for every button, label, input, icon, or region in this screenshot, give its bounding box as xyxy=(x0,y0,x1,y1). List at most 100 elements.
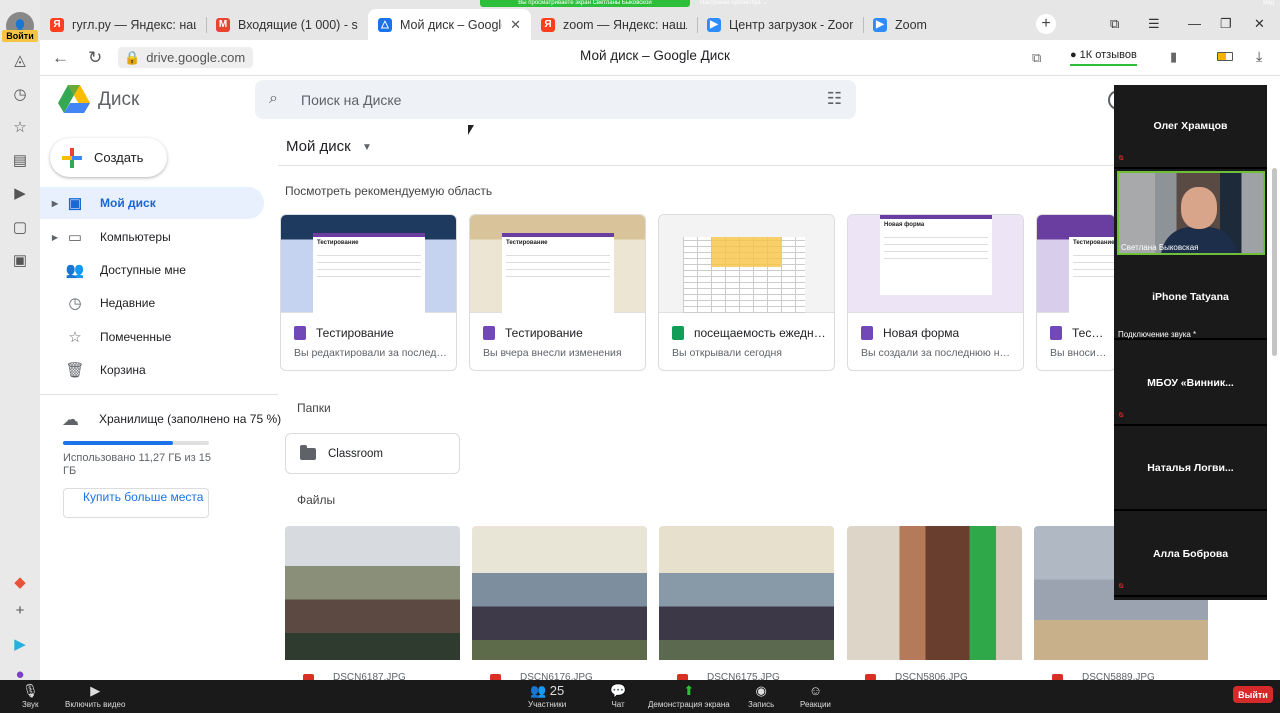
file-thumbnail[interactable] xyxy=(472,526,647,660)
folder-classroom[interactable]: Classroom xyxy=(285,433,460,474)
file-thumbnail[interactable] xyxy=(659,526,834,660)
chevron-right-icon[interactable]: ▶ xyxy=(48,233,62,242)
close-tab-icon[interactable]: ✕ xyxy=(510,17,521,33)
history-icon[interactable]: ◷ xyxy=(10,84,30,104)
page-title: Мой диск – Google Диск xyxy=(580,48,730,63)
form-line xyxy=(506,262,610,263)
reviews-button[interactable]: ● 1К отзывов xyxy=(1070,46,1137,66)
translate-icon[interactable]: ⧉ xyxy=(1032,50,1041,66)
form-line xyxy=(1073,276,1115,277)
view-menu[interactable]: Вид xyxy=(1263,0,1274,7)
app-icon[interactable]: ◆ xyxy=(10,572,30,592)
notes-icon[interactable]: ▤ xyxy=(10,150,30,170)
reload-icon[interactable]: ↻ xyxy=(88,48,102,68)
suggested-card[interactable]: Новая форма Новая форма Вы создали за посл… xyxy=(847,214,1024,371)
chevron-down-icon[interactable]: ▼ xyxy=(362,142,372,153)
nav-item-shared[interactable]: 👥 Доступные мне xyxy=(40,254,264,286)
messenger-icon[interactable]: ▶ xyxy=(10,634,30,654)
reactions-button[interactable]: ☺ Реакции xyxy=(800,682,831,709)
restore-icon[interactable]: ❐ xyxy=(1220,16,1232,32)
file-thumbnail[interactable] xyxy=(847,526,1022,660)
nav-item-computers[interactable]: ▶ ▭ Компьютеры xyxy=(40,221,264,253)
zoom-participants-panel: Олег Храмцов ⍉ Светлана Быковская iPhone Ta… xyxy=(1114,85,1267,600)
participant-tile[interactable]: МБОУ «Винник... ⍉ xyxy=(1114,342,1267,426)
participant-video[interactable]: Светлана Быковская xyxy=(1117,171,1265,255)
new-tab-button[interactable]: + xyxy=(1036,14,1056,34)
back-icon[interactable]: ← xyxy=(52,48,69,68)
google-drive-logo[interactable] xyxy=(58,85,90,113)
record-button[interactable]: ◉ Запись xyxy=(748,682,774,709)
collections-icon[interactable]: ⧉ xyxy=(1110,16,1119,32)
browser-tab[interactable]: Ягугл.ру — Яндекс: нашлос xyxy=(40,9,206,40)
participant-tile[interactable]: iPhone Tatyana xyxy=(1114,256,1267,340)
card-title-text: Тестирование xyxy=(316,326,394,340)
microphone-button[interactable]: 🎙 Звук xyxy=(22,682,39,709)
view-settings-menu[interactable]: Настройки просмотра ⌄ xyxy=(700,0,767,7)
close-window-icon[interactable]: ✕ xyxy=(1254,16,1265,32)
add-app-icon[interactable]: + xyxy=(10,600,30,620)
search-icon[interactable]: ⌕ xyxy=(269,90,278,108)
search-options-icon[interactable]: ☷ xyxy=(827,89,842,109)
nav-item-trash[interactable]: 🗑 Корзина xyxy=(40,354,264,386)
browser-tab[interactable]: Яzoom — Яндекс: нашлось xyxy=(531,9,697,40)
share-screen-button[interactable]: ⬆ Демонстрация экрана xyxy=(648,682,730,709)
bookmarks-icon[interactable]: ☆ xyxy=(10,117,30,137)
participant-name: Наталья Логви... xyxy=(1147,462,1234,474)
yandex-icon: Я xyxy=(541,17,555,32)
menu-icon[interactable]: ☰ xyxy=(1148,16,1160,32)
video-off-button[interactable]: ▶ Включить видео xyxy=(65,682,125,709)
downloads-icon[interactable]: ⤓ xyxy=(1256,48,1262,65)
calendar-icon[interactable]: ▢ xyxy=(10,217,30,237)
my-drive-icon: ▣ xyxy=(67,195,83,212)
login-button[interactable]: Войти xyxy=(2,30,38,42)
form-line xyxy=(506,276,610,277)
suggested-card[interactable]: посещаемость ежедневная Вы открывали сего… xyxy=(658,214,835,371)
music-icon[interactable]: ▶ xyxy=(10,183,30,203)
browser-tab[interactable]: ▶ Zoom xyxy=(863,9,1033,40)
storage-label[interactable]: Хранилище (заполнено на 75 %) xyxy=(99,412,281,426)
create-button[interactable]: Создать xyxy=(50,138,167,177)
file-thumbnail[interactable] xyxy=(285,526,460,660)
participants-button[interactable]: 👥 25 Участники xyxy=(528,682,566,709)
browser-tab[interactable]: △ Мой диск – Google Ди ✕ xyxy=(368,9,531,40)
recent-icon: ◷ xyxy=(68,295,82,312)
chevron-right-icon[interactable]: ▶ xyxy=(48,199,62,208)
nav-item-recent[interactable]: ◷ Недавние xyxy=(40,287,264,319)
form-line xyxy=(317,255,421,256)
tab-title: Мой диск – Google Ди xyxy=(400,17,502,32)
buy-storage-button[interactable]: Купить больше места xyxy=(63,488,209,518)
minimize-icon[interactable]: — xyxy=(1188,16,1201,31)
storage-bar-fill xyxy=(63,441,173,445)
leave-meeting-button[interactable]: Выйти xyxy=(1233,686,1273,703)
tab-title: Входящие (1 000) - svetla xyxy=(238,17,358,32)
url-field[interactable]: 🔒 drive.google.com xyxy=(118,47,253,68)
participant-tile[interactable]: Наталья Логви... xyxy=(1114,427,1267,511)
nav-label: Помеченные xyxy=(100,330,172,344)
zoom-icon: ▶ xyxy=(707,17,721,32)
form-line xyxy=(506,255,610,256)
browser-tab[interactable]: ▶ Центр загрузок - Zoom xyxy=(697,9,863,40)
nav-item-starred[interactable]: ☆ Помеченные xyxy=(40,321,264,353)
drive-app-name[interactable]: Диск xyxy=(98,89,139,111)
scrollbar[interactable] xyxy=(1272,168,1277,356)
google-drive-icon: △ xyxy=(378,17,392,32)
alice-icon[interactable]: ◬ xyxy=(10,50,30,70)
zoom-toolbar xyxy=(0,680,1280,713)
suggested-card[interactable]: Тестирование Тестирование Вы вносили измен… xyxy=(1036,214,1116,371)
nav-item-my-drive[interactable]: ▶ ▣ Мой диск xyxy=(40,187,264,219)
folder-icon xyxy=(300,444,316,460)
suggested-card[interactable]: Тестирование Тестирование Вы редактировали… xyxy=(280,214,457,371)
search-bar[interactable]: ⌕ Поиск на Диске ☷ xyxy=(255,80,856,119)
participant-name: iPhone Tatyana xyxy=(1152,291,1229,303)
screenshot-icon[interactable]: ▣ xyxy=(10,250,30,270)
suggested-card[interactable]: Тестирование Тестирование Вы вчера внесли … xyxy=(469,214,646,371)
my-drive-title[interactable]: Мой диск xyxy=(286,138,351,155)
toolbar-label: Реакции xyxy=(800,700,831,709)
browser-tab[interactable]: M Входящие (1 000) - svetla xyxy=(206,9,368,40)
bookmark-icon[interactable]: ▮ xyxy=(1170,49,1177,65)
card-title-text: Тестирование xyxy=(505,326,583,340)
participant-tile[interactable]: Олег Храмцов ⍉ xyxy=(1114,85,1267,169)
participant-tile[interactable]: Алла Боброва ⍉ xyxy=(1114,513,1267,597)
chat-button[interactable]: 💬 Чат xyxy=(610,682,626,709)
tab-title: zoom — Яндекс: нашлось xyxy=(563,17,687,32)
